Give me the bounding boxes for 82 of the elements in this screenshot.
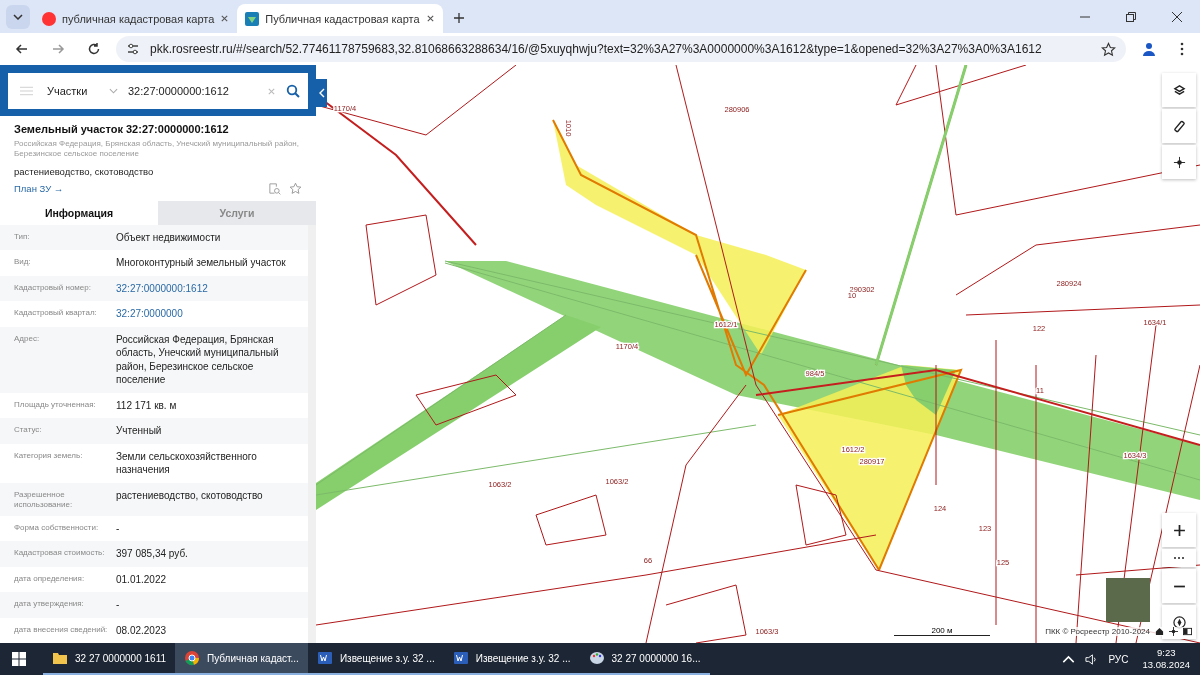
collapse-panel-button[interactable] xyxy=(316,79,327,107)
close-tab-icon[interactable] xyxy=(220,14,230,23)
field-value: - xyxy=(116,521,121,535)
field-label: Статус: xyxy=(14,424,43,435)
field-value: - xyxy=(116,598,121,612)
search-icon[interactable] xyxy=(286,84,300,98)
object-usage: растениеводство, скотоводство xyxy=(14,166,155,177)
field-label: Вид: xyxy=(14,256,32,267)
field-value: Земли сельскохозяйственного назначения xyxy=(116,449,258,477)
field-value: 08.02.2023 xyxy=(116,623,168,637)
field-label: Тип: xyxy=(14,230,31,242)
ruler-icon xyxy=(1172,119,1186,133)
favorite-star-icon[interactable] xyxy=(289,182,302,195)
field-value: 01.01.2022 xyxy=(116,572,168,586)
field-link[interactable]: 32:27:0000000 xyxy=(116,307,301,321)
search-field[interactable]: Участки 32:27:0000000:1612 xyxy=(8,73,308,109)
field-label: Категория земель: xyxy=(14,449,84,461)
browser-tab[interactable]: Публичная кадастровая карта xyxy=(237,4,443,33)
field-label: Кадастровый квартал: xyxy=(14,307,98,318)
plan-link[interactable]: План ЗУ → xyxy=(14,183,64,194)
site-icon xyxy=(245,11,260,26)
field-label: Кадастровая стоимость: xyxy=(14,547,106,558)
chevron-down-icon xyxy=(13,14,23,20)
folder-icon xyxy=(52,650,68,666)
tab-list-button[interactable] xyxy=(6,5,30,29)
field-label: Разрешенное использование: xyxy=(14,488,74,510)
attribution-text: ПКК © Росреестр 2010-2024 xyxy=(1045,627,1150,636)
speaker-icon[interactable] xyxy=(1085,652,1099,666)
browser-icon xyxy=(184,650,200,666)
taskbar-app-button[interactable]: 32 27 0000000 16... xyxy=(579,643,710,675)
taskbar-app-button[interactable]: Извещение з.у. 32 ... xyxy=(307,643,444,675)
field-value: 112 171 кв. м xyxy=(116,398,178,412)
field-label: Площадь уточненная: xyxy=(14,398,97,410)
zoom-in-button[interactable] xyxy=(1162,513,1196,547)
plus-icon xyxy=(1172,523,1186,537)
compass-icon xyxy=(1172,615,1186,629)
field-value: 397 085,34 руб. xyxy=(116,547,189,561)
fullscreen-icon[interactable] xyxy=(1183,627,1192,636)
menu-icon[interactable] xyxy=(1180,42,1184,56)
restore-icon[interactable] xyxy=(1125,11,1137,23)
field-label: дата определения: xyxy=(14,572,86,584)
field-value: Многоконтурный земельный участок xyxy=(116,256,287,270)
field-label: Форма собственности: xyxy=(14,521,100,533)
ruler-button[interactable] xyxy=(1162,109,1196,143)
locate-button[interactable] xyxy=(1162,145,1196,179)
crosshair-icon[interactable] xyxy=(1169,627,1178,636)
field-label: дата внесения сведений: xyxy=(14,623,109,635)
search-value: 32:27:0000000:1612 xyxy=(128,85,230,97)
satellite-thumbnail[interactable] xyxy=(1106,578,1150,622)
home-icon[interactable] xyxy=(1155,627,1164,636)
category-dropdown[interactable]: Участки xyxy=(47,85,99,97)
close-tab-icon[interactable] xyxy=(425,14,435,23)
clock-date: 13.08.2024 xyxy=(1142,659,1190,671)
taskbar-app-button[interactable]: Публичная кадаст... xyxy=(175,643,308,675)
more-icon xyxy=(1173,556,1185,560)
field-label: дата утверждения: xyxy=(14,598,85,609)
document-app-icon xyxy=(316,650,333,666)
site-settings-icon[interactable] xyxy=(126,42,140,56)
crosshair-icon xyxy=(1172,155,1186,169)
field-value: Объект недвижимости xyxy=(116,230,222,244)
field-value: Российская Федерация, Брянская область, Унечский муниципальный район, Березинское сельское поселение xyxy=(116,332,280,387)
document-app-icon xyxy=(452,650,469,666)
object-address: Российская Федерация, Брянская область, Унечский муниципальный район, Березинское сельское поселение xyxy=(14,139,300,159)
scale-bar: 200 м xyxy=(894,626,990,636)
object-title: Земельный участок 32:27:0000000:1612 xyxy=(14,123,230,135)
bookmark-star-icon[interactable] xyxy=(1101,41,1116,57)
field-value: растениеводство, скотоводство xyxy=(116,488,264,502)
close-icon[interactable] xyxy=(1171,11,1183,23)
field-label: Адрес: xyxy=(14,332,41,344)
address-bar[interactable]: pkk.rosreestr.ru/#/search/52.77461178759683,32.81068663288634/16/@5xuyqhwju?text=32%3A27%3A0000000%3A1612&type=1&opened=32%3A27%3A0%3A1612 xyxy=(116,36,1126,62)
clock-time: 9:23 xyxy=(1156,647,1176,659)
layers-icon xyxy=(1172,83,1186,97)
field-link[interactable]: 32:27:0000000:1612 xyxy=(116,281,301,295)
taskbar-app-button[interactable]: Извещение з.у. 32 ... xyxy=(443,643,580,675)
browser-tab[interactable]: публичная кадастровая карта xyxy=(34,4,238,33)
chevron-left-icon xyxy=(318,88,325,98)
new-tab-icon[interactable] xyxy=(452,12,465,24)
field-label: Кадастровый номер: xyxy=(14,281,92,293)
field-value: Учтенный xyxy=(116,424,163,438)
input-language[interactable]: РУС xyxy=(1108,653,1129,665)
layers-button[interactable] xyxy=(1162,73,1196,107)
palette-icon xyxy=(588,650,605,666)
